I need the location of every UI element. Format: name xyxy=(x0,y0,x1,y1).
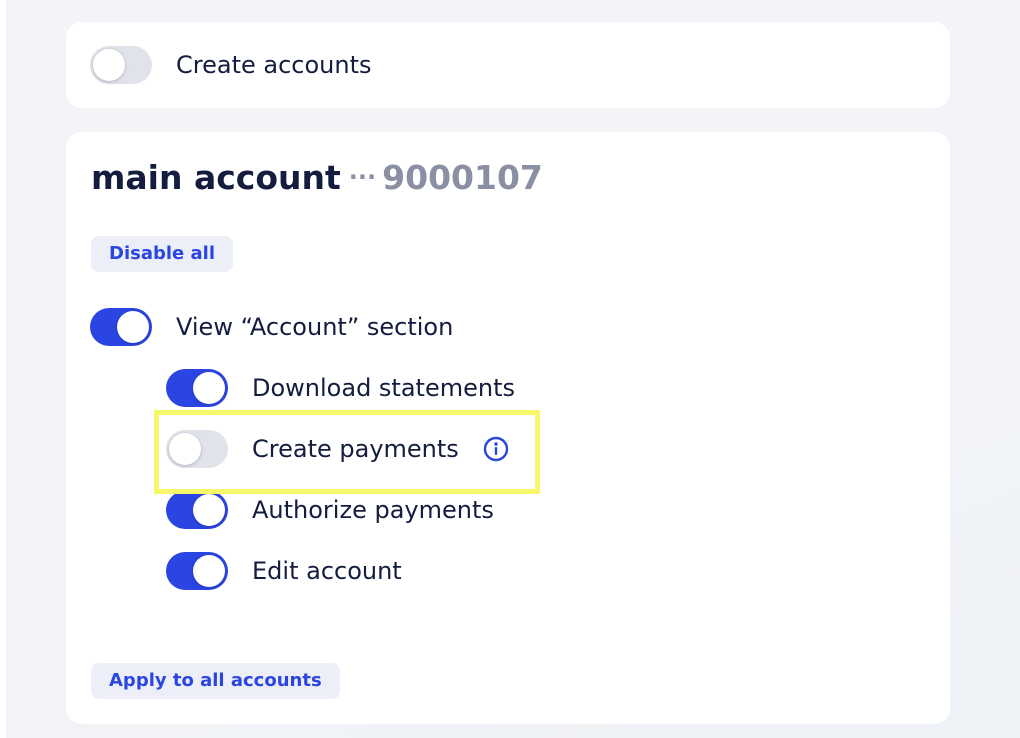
view-account-label: View “Account” section xyxy=(176,313,454,341)
toggle-knob xyxy=(193,494,225,526)
toggle-knob xyxy=(193,372,225,404)
download-statements-label: Download statements xyxy=(252,374,515,402)
disable-all-button[interactable]: Disable all xyxy=(91,236,233,272)
create-accounts-card: Create accounts xyxy=(66,22,950,108)
view-account-toggle[interactable] xyxy=(90,308,152,346)
account-separator: ··· xyxy=(348,163,377,191)
edit-account-label: Edit account xyxy=(252,557,402,585)
toggle-knob xyxy=(93,49,125,81)
toggle-knob xyxy=(193,555,225,587)
authorize-payments-toggle[interactable] xyxy=(166,491,228,529)
account-title: main account ··· 9000107 xyxy=(91,158,543,201)
download-statements-toggle[interactable] xyxy=(166,369,228,407)
toggle-knob xyxy=(117,311,149,343)
edit-account-toggle[interactable] xyxy=(166,552,228,590)
account-number: 9000107 xyxy=(382,158,543,197)
account-name: main account xyxy=(91,158,341,197)
apply-to-all-accounts-button[interactable]: Apply to all accounts xyxy=(91,663,340,699)
authorize-payments-label: Authorize payments xyxy=(252,496,494,524)
create-accounts-toggle[interactable] xyxy=(90,46,152,84)
page-background: Create accounts main account ··· 9000107 D… xyxy=(0,0,1020,738)
create-accounts-label: Create accounts xyxy=(176,51,372,79)
create-payments-highlight xyxy=(154,410,540,494)
